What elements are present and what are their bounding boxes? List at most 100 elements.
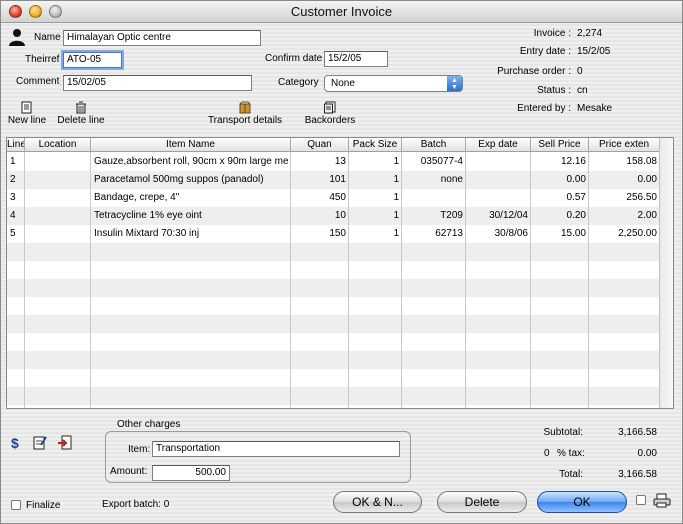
export-batch-label: Export batch: 0	[102, 499, 170, 510]
new-line-button[interactable]: New line	[7, 101, 47, 126]
empty-row[interactable]	[7, 315, 673, 333]
charge-amount-label: Amount:	[110, 466, 148, 477]
cell-sell-price[interactable]: 0.57	[531, 189, 589, 207]
currency-icon[interactable]: $	[11, 435, 25, 451]
cell-batch[interactable]: T209	[402, 207, 466, 225]
cell-location[interactable]	[25, 171, 91, 189]
cell-batch[interactable]: 035077-4	[402, 153, 466, 171]
cell-exp-date[interactable]	[466, 171, 531, 189]
cell-line[interactable]: 4	[7, 207, 25, 225]
import-icon[interactable]	[57, 435, 72, 450]
cell-exp-date[interactable]	[466, 153, 531, 171]
charge-item-field[interactable]: Transportation	[152, 441, 400, 457]
cell-exp-date[interactable]: 30/8/06	[466, 225, 531, 243]
empty-row[interactable]	[7, 369, 673, 387]
col-batch[interactable]: Batch	[402, 138, 466, 152]
col-pack-size[interactable]: Pack Size	[349, 138, 402, 152]
cell-location[interactable]	[25, 153, 91, 171]
cell-item-name[interactable]: Paracetamol 500mg suppos (panadol)	[91, 171, 291, 189]
table-row[interactable]: 3 Bandage, crepe, 4" 450 1 0.57 256.50	[7, 189, 673, 207]
col-exp-date[interactable]: Exp date	[466, 138, 531, 152]
edit-note-icon[interactable]	[33, 435, 47, 450]
backorders-label: Backorders	[304, 115, 356, 126]
cell-exp-date[interactable]	[466, 189, 531, 207]
confirm-date-field[interactable]: 15/2/05	[324, 51, 388, 67]
charge-amount-field[interactable]: 500.00	[152, 465, 230, 481]
vertical-scrollbar[interactable]	[659, 138, 673, 408]
cell-quantity[interactable]: 13	[291, 153, 349, 171]
status-value: cn	[577, 85, 588, 96]
table-row[interactable]: 1 Gauze,absorbent roll, 90cm x 90m large …	[7, 153, 673, 171]
cell-quantity[interactable]: 450	[291, 189, 349, 207]
empty-row[interactable]	[7, 333, 673, 351]
printer-icon[interactable]	[653, 493, 671, 508]
cell-location[interactable]	[25, 207, 91, 225]
cell-batch[interactable]	[402, 189, 466, 207]
cell-pack-size[interactable]: 1	[349, 153, 402, 171]
cell-item-name[interactable]: Tetracycline 1% eye oint	[91, 207, 291, 225]
cell-price-extension[interactable]: 2.00	[589, 207, 660, 225]
cell-line[interactable]: 5	[7, 225, 25, 243]
finalize-checkbox[interactable]	[11, 500, 21, 510]
category-select[interactable]: None ▲ ▼	[324, 75, 463, 92]
cell-location[interactable]	[25, 225, 91, 243]
col-line[interactable]: Line	[7, 138, 25, 152]
delete-line-label: Delete line	[57, 115, 105, 126]
empty-row[interactable]	[7, 351, 673, 369]
cell-item-name[interactable]: Bandage, crepe, 4"	[91, 189, 291, 207]
option-checkbox[interactable]	[636, 495, 646, 505]
ok-and-new-button[interactable]: OK & N...	[333, 491, 422, 513]
other-charges-group: Item: Transportation Amount: 500.00	[105, 431, 411, 483]
cell-item-name[interactable]: Gauze,absorbent roll, 90cm x 90m large m…	[91, 153, 291, 171]
col-sell-price[interactable]: Sell Price	[531, 138, 589, 152]
cell-pack-size[interactable]: 1	[349, 189, 402, 207]
cell-sell-price[interactable]: 12.16	[531, 153, 589, 171]
column-divider	[588, 152, 589, 408]
col-location[interactable]: Location	[25, 138, 91, 152]
cell-sell-price[interactable]: 0.00	[531, 171, 589, 189]
cell-item-name[interactable]: Insulin Mixtard 70:30 inj	[91, 225, 291, 243]
ok-button[interactable]: OK	[537, 491, 627, 513]
cell-price-extension[interactable]: 158.08	[589, 153, 660, 171]
cell-quantity[interactable]: 10	[291, 207, 349, 225]
col-price-extension[interactable]: Price exten	[589, 138, 660, 152]
cell-exp-date[interactable]: 30/12/04	[466, 207, 531, 225]
cell-price-extension[interactable]: 256.50	[589, 189, 660, 207]
backorders-button[interactable]: Backorders	[303, 101, 357, 126]
cell-batch[interactable]: none	[402, 171, 466, 189]
table-header: Line Location Item Name Quan Pack Size B…	[7, 138, 673, 152]
theirref-field[interactable]: ATO-05	[63, 52, 122, 68]
cell-pack-size[interactable]: 1	[349, 171, 402, 189]
table-row[interactable]: 4 Tetracycline 1% eye oint 10 1 T209 30/12/04…	[7, 207, 673, 225]
empty-row[interactable]	[7, 279, 673, 297]
cell-price-extension[interactable]: 2,250.00	[589, 225, 660, 243]
col-quantity[interactable]: Quan	[291, 138, 349, 152]
cell-line[interactable]: 1	[7, 153, 25, 171]
empty-row[interactable]	[7, 387, 673, 405]
delete-button[interactable]: Delete	[437, 491, 527, 513]
cell-quantity[interactable]: 150	[291, 225, 349, 243]
delete-line-button[interactable]: Delete line	[56, 101, 106, 126]
cell-location[interactable]	[25, 189, 91, 207]
empty-row[interactable]	[7, 243, 673, 261]
empty-row[interactable]	[7, 297, 673, 315]
cell-line[interactable]: 2	[7, 171, 25, 189]
cell-line[interactable]: 3	[7, 189, 25, 207]
cell-pack-size[interactable]: 1	[349, 225, 402, 243]
table-row[interactable]: 2 Paracetamol 500mg suppos (panadol) 101 1 n…	[7, 171, 673, 189]
comment-field[interactable]: 15/02/05	[63, 75, 252, 91]
cell-pack-size[interactable]: 1	[349, 207, 402, 225]
transport-details-button[interactable]: Transport details	[207, 101, 283, 126]
person-icon[interactable]	[8, 28, 26, 46]
name-field[interactable]: Himalayan Optic centre	[63, 30, 261, 46]
cell-batch[interactable]: 62713	[402, 225, 466, 243]
invoice-lines-table[interactable]: Line Location Item Name Quan Pack Size B…	[6, 137, 674, 409]
cell-sell-price[interactable]: 15.00	[531, 225, 589, 243]
cell-quantity[interactable]: 101	[291, 171, 349, 189]
empty-row[interactable]	[7, 261, 673, 279]
cell-price-extension[interactable]: 0.00	[589, 171, 660, 189]
table-row[interactable]: 5 Insulin Mixtard 70:30 inj 150 1 62713 30/8/…	[7, 225, 673, 243]
cell-sell-price[interactable]: 0.20	[531, 207, 589, 225]
col-item-name[interactable]: Item Name	[91, 138, 291, 152]
column-divider	[465, 152, 466, 408]
